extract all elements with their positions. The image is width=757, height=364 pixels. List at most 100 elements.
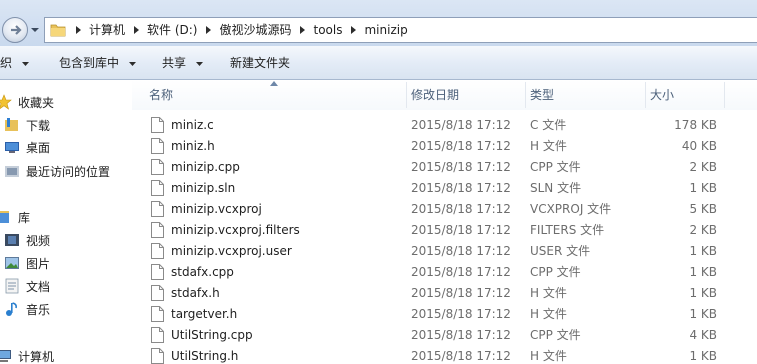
file-modified: 2015/8/18 17:12	[411, 202, 511, 216]
nav-music[interactable]: 音乐	[4, 299, 50, 319]
file-name: minizip.vcxproj.user	[171, 244, 292, 258]
nav-downloads[interactable]: 下载	[4, 115, 50, 135]
file-list: 名称 修改日期 类型 大小 miniz.c 2015/8/18 17:12 C 文件…	[132, 80, 757, 364]
file-name: minizip.cpp	[171, 160, 240, 174]
column-header-modified[interactable]: 修改日期	[411, 80, 459, 110]
column-header-type[interactable]: 类型	[530, 80, 554, 110]
chevron-right-icon	[75, 26, 81, 34]
file-type: CPP 文件	[530, 328, 581, 342]
file-type: USER 文件	[530, 244, 591, 258]
pictures-icon	[5, 257, 19, 269]
file-size: 1 KB	[689, 286, 717, 300]
nav-videos-label: 视频	[26, 233, 51, 248]
file-icon	[151, 264, 164, 280]
file-name: minizip.vcxproj.filters	[171, 223, 300, 237]
breadcrumb-item[interactable]: 计算机	[85, 18, 129, 42]
breadcrumb-item[interactable]: 软件 (D:)	[143, 18, 201, 42]
nav-documents[interactable]: 文档	[4, 276, 50, 296]
nav-desktop[interactable]: 桌面	[4, 137, 50, 157]
chevron-down-icon	[31, 28, 39, 32]
recent-pages-dropdown[interactable]	[30, 24, 40, 34]
library-icon	[0, 211, 9, 223]
breadcrumb-item[interactable]: minizip	[360, 18, 411, 42]
nav-computer[interactable]: 计算机	[0, 346, 54, 364]
file-icon	[151, 285, 164, 301]
breadcrumb-separator[interactable]	[296, 18, 310, 42]
file-row[interactable]: targetver.h 2015/8/18 17:12 H 文件 1 KB	[132, 304, 757, 325]
file-row[interactable]: stdafx.cpp 2015/8/18 17:12 CPP 文件 1 KB	[132, 262, 757, 283]
column-header-name[interactable]: 名称	[149, 80, 173, 110]
new-folder-button[interactable]: 新建文件夹	[230, 46, 290, 80]
file-icon	[151, 180, 164, 196]
column-divider[interactable]	[724, 82, 725, 108]
column-header-size[interactable]: 大小	[650, 80, 674, 110]
file-row[interactable]: minizip.vcxproj.filters 2015/8/18 17:12 FI…	[132, 220, 757, 241]
file-row[interactable]: minizip.cpp 2015/8/18 17:12 CPP 文件 2 KB	[132, 157, 757, 178]
forward-arrow-icon	[11, 25, 22, 35]
nav-videos[interactable]: 视频	[4, 230, 50, 250]
forward-button[interactable]	[2, 17, 28, 43]
file-row[interactable]: UtilString.h 2015/8/18 17:12 H 文件 1 KB	[132, 346, 757, 364]
file-modified: 2015/8/18 17:12	[411, 118, 511, 132]
file-row[interactable]: miniz.h 2015/8/18 17:12 H 文件 40 KB	[132, 136, 757, 157]
file-size: 5 KB	[689, 202, 717, 216]
file-name: stdafx.cpp	[171, 265, 234, 279]
share-button[interactable]: 共享	[162, 46, 203, 80]
breadcrumb-separator[interactable]	[71, 18, 85, 42]
include-in-library-label: 包含到库中	[59, 56, 120, 70]
file-row[interactable]: stdafx.h 2015/8/18 17:12 H 文件 1 KB	[132, 283, 757, 304]
breadcrumb-item[interactable]: tools	[310, 18, 347, 42]
breadcrumb-separator[interactable]	[129, 18, 143, 42]
file-modified: 2015/8/18 17:12	[411, 181, 511, 195]
desktop-icon	[5, 142, 19, 153]
chevron-right-icon	[300, 26, 305, 34]
nav-pictures-label: 图片	[26, 256, 51, 271]
file-row[interactable]: minizip.vcxproj.user 2015/8/18 17:12 USER …	[132, 241, 757, 262]
breadcrumb-separator[interactable]	[201, 18, 215, 42]
file-modified: 2015/8/18 17:12	[411, 223, 511, 237]
file-icon	[151, 327, 164, 343]
include-in-library-button[interactable]: 包含到库中	[59, 46, 136, 80]
file-modified: 2015/8/18 17:12	[411, 349, 511, 363]
organize-label: 组织	[0, 56, 13, 70]
file-size: 2 KB	[689, 223, 717, 237]
new-folder-label: 新建文件夹	[230, 56, 291, 70]
file-type: H 文件	[530, 286, 567, 300]
file-row[interactable]: miniz.c 2015/8/18 17:12 C 文件 178 KB	[132, 115, 757, 136]
nav-recent-places[interactable]: 最近访问的位置	[4, 161, 110, 181]
computer-icon	[0, 350, 11, 362]
file-row[interactable]: minizip.vcxproj 2015/8/18 17:12 VCXPROJ 文件…	[132, 199, 757, 220]
nav-pictures[interactable]: 图片	[4, 253, 50, 273]
chevron-right-icon	[133, 26, 139, 34]
breadcrumb-item[interactable]: 傲视沙城源码	[215, 18, 295, 42]
organize-button[interactable]: 组织	[0, 46, 29, 80]
file-modified: 2015/8/18 17:12	[411, 244, 511, 258]
file-icon	[151, 117, 164, 133]
column-divider[interactable]	[525, 82, 526, 108]
file-row[interactable]: UtilString.cpp 2015/8/18 17:12 CPP 文件 4 KB	[132, 325, 757, 346]
music-icon	[6, 302, 17, 316]
file-icon	[151, 201, 164, 217]
breadcrumb: 计算机 软件 (D:) 傲视沙城源码 tools minizip	[71, 18, 412, 42]
column-divider[interactable]	[406, 82, 407, 108]
file-row[interactable]: minizip.sln 2015/8/18 17:12 SLN 文件 1 KB	[132, 178, 757, 199]
file-type: SLN 文件	[530, 181, 582, 195]
breadcrumb-separator[interactable]	[346, 18, 360, 42]
chevron-down-icon	[195, 61, 203, 66]
file-type: H 文件	[530, 139, 567, 153]
address-box[interactable]: 计算机 软件 (D:) 傲视沙城源码 tools minizip	[44, 17, 757, 43]
file-size: 4 KB	[689, 328, 717, 342]
video-icon	[5, 234, 19, 246]
file-icon	[151, 348, 164, 364]
file-size: 1 KB	[689, 181, 717, 195]
nav-libraries[interactable]: 库	[0, 207, 30, 227]
sort-ascending-icon	[270, 81, 278, 86]
nav-favorites[interactable]: 收藏夹	[0, 92, 54, 112]
file-modified: 2015/8/18 17:12	[411, 160, 511, 174]
file-modified: 2015/8/18 17:12	[411, 286, 511, 300]
address-bar-area: 计算机 软件 (D:) 傲视沙城源码 tools minizip	[0, 0, 757, 46]
file-name: minizip.sln	[171, 181, 236, 195]
file-icon	[151, 159, 164, 175]
column-divider[interactable]	[645, 82, 646, 108]
nav-music-label: 音乐	[26, 302, 51, 317]
